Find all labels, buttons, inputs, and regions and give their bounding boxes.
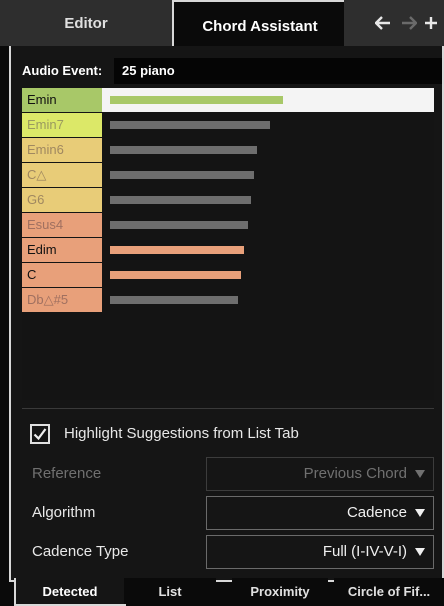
tab-proximity[interactable]: Proximity — [232, 578, 328, 604]
chord-match-bar — [110, 271, 241, 279]
highlight-suggestions-checkbox[interactable] — [30, 424, 50, 444]
chord-match-bar — [110, 96, 283, 104]
chevron-down-icon — [415, 548, 425, 556]
tab-list[interactable]: List — [124, 578, 216, 604]
chord-match-bar — [110, 196, 251, 204]
chord-name: C — [22, 263, 102, 287]
chord-name: Emin7 — [22, 113, 102, 137]
plus-icon[interactable] — [420, 12, 442, 34]
algorithm-dropdown[interactable]: Cadence — [206, 496, 434, 530]
chord-row[interactable]: Emin7 — [22, 113, 434, 137]
chord-match-bar — [110, 296, 238, 304]
chord-name: C△ — [22, 163, 102, 187]
chevron-down-icon — [415, 470, 425, 478]
chord-row[interactable]: C△ — [22, 163, 434, 187]
chord-match-bar — [110, 221, 248, 229]
reference-value: Previous Chord — [303, 465, 407, 482]
tab-detected[interactable]: Detected — [14, 578, 126, 606]
reference-dropdown[interactable]: Previous Chord — [206, 457, 434, 491]
chord-row[interactable]: Emin — [22, 88, 434, 112]
chord-row[interactable]: Edim — [22, 238, 434, 262]
cadence-type-label: Cadence Type — [32, 543, 129, 560]
arrow-right-icon[interactable] — [398, 12, 420, 34]
reference-label: Reference — [32, 465, 102, 482]
chord-match-bar — [110, 171, 254, 179]
chord-row[interactable]: Db△#5 — [22, 288, 434, 312]
tab-editor[interactable]: Editor — [0, 0, 172, 46]
chord-name: Emin — [22, 88, 102, 112]
detected-chord-list: Emin Emin7 Emin6 C△ G6 Esus4 Edim C Db△#5 — [22, 88, 434, 400]
chord-match-bar — [110, 121, 270, 129]
cadence-type-dropdown[interactable]: Full (I-IV-V-I) — [206, 535, 434, 569]
cadence-type-value: Full (I-IV-V-I) — [322, 543, 407, 560]
audio-event-field[interactable]: 25 piano — [114, 58, 442, 84]
chord-name: G6 — [22, 188, 102, 212]
arrow-left-icon[interactable] — [372, 12, 394, 34]
algorithm-value: Cadence — [346, 504, 407, 521]
checkmark-icon — [33, 428, 47, 441]
chord-name: Esus4 — [22, 213, 102, 237]
chord-row[interactable]: C — [22, 263, 434, 287]
tab-circle-of-fifths[interactable]: Circle of Fif... — [334, 578, 444, 604]
chord-name: Db△#5 — [22, 288, 102, 312]
chord-row[interactable]: Emin6 — [22, 138, 434, 162]
divider — [22, 408, 434, 409]
audio-event-label: Audio Event: — [22, 63, 103, 78]
chord-name: Edim — [22, 238, 102, 262]
chord-row[interactable]: Esus4 — [22, 213, 434, 237]
tab-chord-assistant[interactable]: Chord Assistant — [172, 0, 348, 50]
chord-name: Emin6 — [22, 138, 102, 162]
chord-match-bar — [110, 246, 244, 254]
chevron-down-icon — [415, 509, 425, 517]
chord-row[interactable]: G6 — [22, 188, 434, 212]
chord-match-bar — [110, 146, 257, 154]
algorithm-label: Algorithm — [32, 504, 96, 521]
highlight-suggestions-label: Highlight Suggestions from List Tab — [64, 425, 299, 442]
